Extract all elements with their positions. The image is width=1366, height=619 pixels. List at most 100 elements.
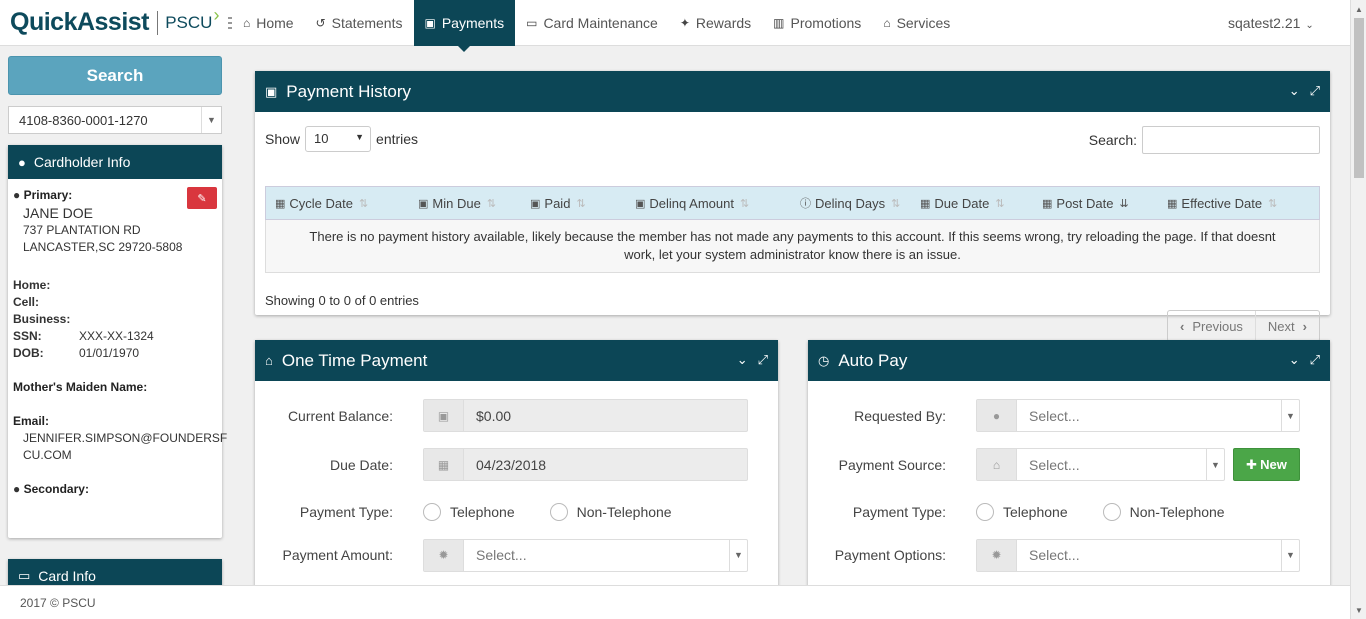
primary-label: Primary:	[23, 188, 73, 202]
user-icon: ●	[13, 482, 21, 496]
scrollbar-thumb[interactable]	[1354, 18, 1364, 178]
col-delinq-days-label: Delinq Days	[815, 195, 886, 211]
empty-message-line1: There is no payment history available, l…	[309, 229, 1276, 244]
footer: 2017 © PSCU	[0, 585, 1350, 619]
nav-card-maintenance[interactable]: ▭ Card Maintenance	[515, 0, 669, 46]
current-balance-label: Current Balance:	[287, 407, 393, 424]
cardholder-info-title: Cardholder Info	[33, 154, 131, 170]
pscu-chevron-icon: ›	[213, 5, 220, 25]
expand-icon[interactable]: ⤢	[758, 352, 768, 368]
radio-telephone[interactable]	[976, 503, 994, 521]
nav-home[interactable]: ⌂ Home	[232, 0, 305, 46]
nav-services[interactable]: ⌂ Services	[872, 0, 961, 46]
main-content: ▣ Payment History ⌄ ⤢ Show 10 ▼ entries Se…	[255, 71, 1330, 342]
home-icon: ⌂	[243, 15, 251, 30]
requested-by-label: Requested By:	[854, 407, 946, 424]
auto-pay-panel: ◷ Auto Pay ⌄ ⤢ Requested By: ● Select... ▼ …	[808, 340, 1330, 600]
col-due-date-label: Due Date	[934, 195, 990, 211]
col-post-date[interactable]: ▦ Post Date ⇊	[1033, 196, 1158, 211]
previous-label: Previous	[1192, 318, 1243, 334]
chevron-down-icon: ⌄	[1305, 20, 1314, 31]
new-source-button[interactable]: ✚ New	[1233, 448, 1300, 481]
col-post-date-label: Post Date	[1056, 195, 1114, 211]
auto-pay-title: Auto Pay	[838, 350, 908, 370]
radio-non-telephone[interactable]	[549, 503, 568, 521]
expand-icon[interactable]: ⤢	[1310, 352, 1320, 368]
logo[interactable]: QuickAssist PSCU ›	[0, 0, 232, 46]
col-min-due[interactable]: ▣ Min Due ⇅	[409, 196, 521, 211]
dropdown-arrow-icon: ▼	[729, 539, 747, 571]
nav-promotions[interactable]: ▥ Promotions	[762, 0, 872, 46]
clock-icon: ◷	[818, 352, 830, 368]
radio-telephone[interactable]	[423, 503, 441, 521]
card-info-title: Card Info	[38, 568, 96, 584]
next-label: Next	[1267, 318, 1295, 334]
user-icon: ●	[18, 154, 26, 170]
col-effective-date[interactable]: ▦ Effective Date ⇅	[1158, 196, 1308, 211]
sort-icon: ⇅	[891, 197, 901, 210]
dob-value: 01/01/1970	[79, 346, 140, 360]
payment-options-select[interactable]: ✹ Select... ▼	[976, 538, 1300, 572]
sidebar: Search 4108-8360-0001-1270 ▼ ● Cardholde…	[8, 56, 227, 538]
ssn-value: XXX-XX-1324	[79, 329, 154, 343]
sort-icon: ⇅	[739, 197, 750, 210]
dropdown-arrow-icon: ▼	[201, 107, 221, 133]
radio-non-telephone[interactable]	[1102, 503, 1121, 521]
card-number-select[interactable]: 4108-8360-0001-1270 ▼	[8, 106, 222, 134]
table-info: Showing 0 to 0 of 0 entries	[265, 293, 419, 308]
nav-statements[interactable]: ↺ Statements	[305, 0, 414, 46]
bank-icon: ⌂	[977, 449, 1017, 480]
bar-chart-icon: ▥	[773, 15, 785, 30]
money-icon: ▣	[418, 197, 429, 210]
collapse-icon[interactable]: ⌄	[737, 352, 748, 368]
nav-rewards[interactable]: ✦ Rewards	[669, 0, 762, 46]
show-label: Show	[265, 131, 301, 147]
dropdown-arrow-icon: ▼	[1206, 449, 1224, 480]
page-length-select[interactable]: 10 ▼	[305, 126, 372, 152]
col-cycle-date[interactable]: ▦ Cycle Date ⇅	[266, 196, 409, 211]
col-delinq-days[interactable]: ⓘ Delinq Days ⇅	[791, 195, 911, 211]
username: sqatest2.21	[1228, 15, 1301, 31]
requested-by-select[interactable]: ● Select... ▼	[976, 399, 1300, 432]
non-telephone-label: Non-Telephone	[576, 504, 672, 520]
nav-home-label: Home	[256, 14, 294, 31]
col-min-due-label: Min Due	[432, 195, 481, 211]
collapse-icon[interactable]: ⌄	[1289, 83, 1300, 99]
dropdown-arrow-icon: ▼	[355, 132, 365, 142]
next-button[interactable]: Next ›	[1254, 311, 1319, 341]
search-button[interactable]: Search	[8, 56, 222, 95]
money-icon: ▣	[424, 400, 464, 431]
chevron-right-icon: ›	[1302, 318, 1307, 334]
cardholder-info-body: ✎ ● Primary: JANE DOE 737 PLANTATION RD …	[8, 179, 227, 506]
payment-amount-select[interactable]: ✹ Select... ▼	[423, 538, 748, 572]
col-paid-label: Paid	[544, 195, 571, 211]
table-search-input[interactable]	[1142, 126, 1320, 154]
one-time-payment-title: One Time Payment	[281, 350, 428, 370]
user-menu[interactable]: sqatest2.21 ⌄	[1228, 15, 1314, 31]
nav-services-label: Services	[896, 14, 951, 31]
col-delinq-amount[interactable]: ▣ Delinq Amount ⇅	[626, 196, 791, 211]
edit-icon: ✎	[197, 192, 207, 205]
nav-payments[interactable]: ▣ Payments	[413, 0, 516, 52]
col-due-date[interactable]: ▦ Due Date ⇅	[911, 196, 1033, 211]
telephone-label: Telephone	[450, 504, 515, 520]
collapse-icon[interactable]: ⌄	[1289, 352, 1300, 368]
sort-icon: ⇅	[995, 197, 1005, 210]
calendar-icon: ▦	[275, 197, 286, 210]
nav-payments-label: Payments	[441, 14, 505, 31]
payment-source-select[interactable]: ⌂ Select... ▼	[976, 448, 1225, 481]
nav-rewards-label: Rewards	[695, 14, 752, 31]
bank-icon: ⌂	[265, 353, 273, 368]
scroll-up-icon[interactable]: ▲	[1351, 2, 1366, 16]
previous-button[interactable]: ‹ Previous	[1168, 311, 1255, 341]
address-line2: LANCASTER,SC 29720-5808	[23, 240, 183, 254]
edit-button[interactable]: ✎	[187, 187, 217, 209]
page-scrollbar[interactable]: ▲ ▼	[1350, 0, 1366, 619]
auto-pay-header: ◷ Auto Pay ⌄ ⤢	[808, 340, 1330, 381]
non-telephone-label: Non-Telephone	[1129, 504, 1225, 520]
expand-icon[interactable]: ⤢	[1310, 83, 1320, 99]
scroll-down-icon[interactable]: ▼	[1351, 603, 1366, 617]
credit-card-icon: ▭	[526, 15, 538, 30]
empty-table-message: There is no payment history available, l…	[265, 220, 1320, 273]
col-paid[interactable]: ▣ Paid ⇅	[521, 196, 626, 211]
